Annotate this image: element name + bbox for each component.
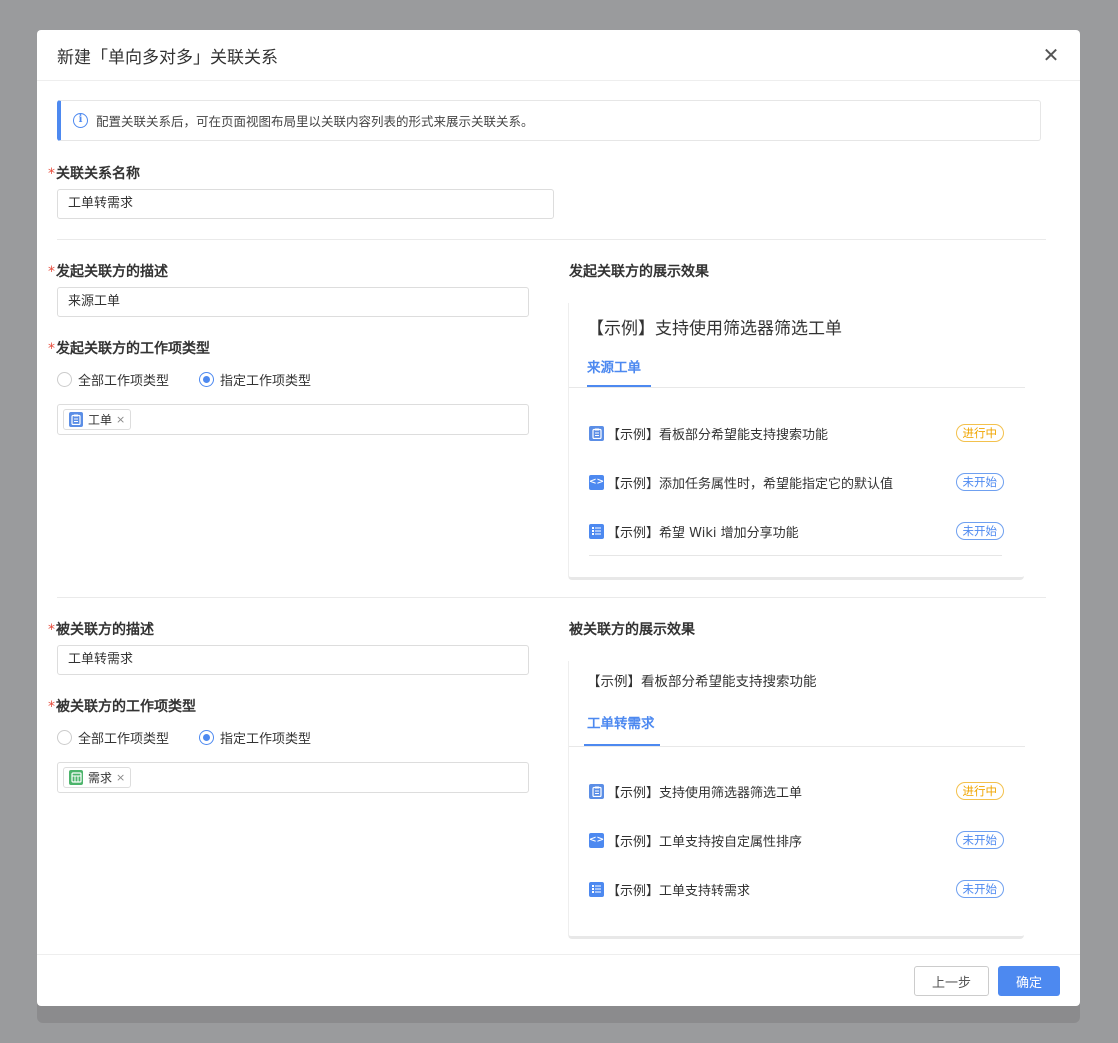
create-relation-modal: 新建「单向多对多」关联关系 ✕ i 配置关联关系后，可在页面视图布局里以关联内容… [37, 30, 1080, 1006]
close-icon[interactable]: ✕ [1040, 44, 1062, 66]
required-mark: * [48, 622, 55, 638]
radio-checked-icon [199, 730, 215, 745]
clipboard-icon [589, 425, 604, 441]
modal-footer: 上一步 确定 [37, 954, 1080, 1006]
required-mark: * [48, 264, 55, 280]
target-type-tag: 需求 × [63, 767, 132, 788]
list-icon [589, 881, 604, 897]
preview-row: 【示例】看板部分希望能支持搜索功能 进行中 [589, 422, 1004, 444]
target-radio-specific[interactable]: 指定工作项类型 [199, 728, 311, 747]
target-desc-label-text: 被关联方的描述 [56, 622, 154, 638]
modal-title: 新建「单向多对多」关联关系 [57, 47, 278, 68]
code-icon: <> [589, 832, 604, 848]
target-type-label: *被关联方的工作项类型 [48, 696, 196, 716]
initiator-preview-title: 发起关联方的展示效果 [569, 264, 709, 280]
clipboard-icon [589, 783, 604, 799]
relation-name-label: *关联关系名称 [48, 163, 140, 183]
code-icon: <> [589, 474, 604, 490]
prev-step-button[interactable]: 上一步 [914, 966, 989, 996]
preview-row: 【示例】支持使用筛选器筛选工单 进行中 [589, 780, 1004, 802]
required-mark: * [48, 699, 55, 715]
tag-label: 工单 [88, 413, 113, 427]
status-badge: 未开始 [955, 831, 1004, 849]
preview-tab: 工单转需求 [587, 716, 655, 732]
target-type-label-text: 被关联方的工作项类型 [56, 699, 196, 715]
requirement-icon [69, 770, 83, 785]
preview-row-text: 【示例】支持使用筛选器筛选工单 [607, 785, 803, 801]
status-badge: 未开始 [955, 880, 1004, 898]
preview-row-text: 【示例】看板部分希望能支持搜索功能 [607, 427, 829, 443]
preview-row: 【示例】工单支持转需求 未开始 [589, 878, 1004, 900]
info-text: 配置关联关系后，可在页面视图布局里以关联内容列表的形式来展示关联关系。 [96, 114, 534, 129]
radio-unchecked-icon [57, 372, 72, 387]
preview-row: <> 【示例】工单支持按自定属性排序 未开始 [589, 829, 1004, 851]
initiator-type-select[interactable]: 工单 × [57, 404, 529, 435]
relation-name-input[interactable]: 工单转需求 [57, 189, 554, 219]
preview-row-text: 【示例】工单支持转需求 [607, 883, 751, 899]
preview-heading: 【示例】看板部分希望能支持搜索功能 [587, 674, 817, 690]
info-icon: i [73, 113, 88, 128]
initiator-desc-label: *发起关联方的描述 [48, 261, 168, 281]
target-preview-title: 被关联方的展示效果 [569, 622, 695, 638]
initiator-desc-input[interactable]: 来源工单 [57, 287, 529, 317]
preview-row-text: 【示例】添加任务属性时，希望能指定它的默认值 [607, 476, 894, 492]
radio-unchecked-icon [57, 730, 72, 745]
required-mark: * [48, 166, 55, 182]
preview-row-text: 【示例】工单支持按自定属性排序 [607, 834, 803, 850]
relation-name-label-text: 关联关系名称 [56, 166, 140, 182]
preview-tab: 来源工单 [587, 360, 641, 376]
section-divider [57, 239, 1046, 240]
status-badge: 进行中 [955, 424, 1004, 442]
initiator-radio-specific[interactable]: 指定工作项类型 [199, 370, 311, 389]
preview-row: <> 【示例】添加任务属性时，希望能指定它的默认值 未开始 [589, 471, 1004, 493]
required-mark: * [48, 341, 55, 357]
section-divider [57, 597, 1046, 598]
initiator-type-label: *发起关联方的工作项类型 [48, 338, 210, 358]
modal-header: 新建「单向多对多」关联关系 ✕ [37, 30, 1080, 81]
preview-tab-divider [569, 387, 1025, 388]
tag-remove-icon[interactable]: × [116, 771, 125, 784]
tag-label: 需求 [88, 771, 113, 785]
initiator-type-tag: 工单 × [63, 409, 132, 430]
radio-label: 指定工作项类型 [220, 732, 312, 747]
initiator-type-radio-group: 全部工作项类型 指定工作项类型 [57, 370, 341, 389]
radio-label: 指定工作项类型 [220, 374, 312, 389]
target-desc-input[interactable]: 工单转需求 [57, 645, 529, 675]
row-divider [589, 555, 1002, 556]
initiator-desc-label-text: 发起关联方的描述 [56, 264, 168, 280]
initiator-type-label-text: 发起关联方的工作项类型 [56, 341, 210, 357]
target-type-radio-group: 全部工作项类型 指定工作项类型 [57, 728, 341, 747]
preview-heading: 【示例】支持使用筛选器筛选工单 [587, 319, 842, 339]
radio-label: 全部工作项类型 [78, 374, 170, 389]
target-type-select[interactable]: 需求 × [57, 762, 529, 793]
radio-label: 全部工作项类型 [78, 732, 170, 747]
target-desc-label: *被关联方的描述 [48, 619, 154, 639]
confirm-button[interactable]: 确定 [998, 966, 1060, 996]
info-banner: i 配置关联关系后，可在页面视图布局里以关联内容列表的形式来展示关联关系。 [57, 100, 1041, 141]
target-preview-card: 【示例】看板部分希望能支持搜索功能 工单转需求 【示例】支持使用筛选器筛选工单 … [568, 661, 1025, 939]
status-badge: 进行中 [955, 782, 1004, 800]
status-badge: 未开始 [955, 473, 1004, 491]
initiator-radio-all[interactable]: 全部工作项类型 [57, 370, 169, 389]
status-badge: 未开始 [955, 522, 1004, 540]
preview-row: 【示例】希望 Wiki 增加分享功能 未开始 [589, 520, 1004, 542]
tag-remove-icon[interactable]: × [116, 413, 125, 426]
initiator-preview-card: 【示例】支持使用筛选器筛选工单 来源工单 【示例】看板部分希望能支持搜索功能 进… [568, 303, 1025, 580]
clipboard-icon [69, 412, 83, 427]
radio-checked-icon [199, 372, 215, 387]
preview-tab-divider [569, 746, 1025, 747]
list-icon [589, 523, 604, 539]
target-radio-all[interactable]: 全部工作项类型 [57, 728, 169, 747]
preview-row-text: 【示例】希望 Wiki 增加分享功能 [607, 525, 799, 541]
